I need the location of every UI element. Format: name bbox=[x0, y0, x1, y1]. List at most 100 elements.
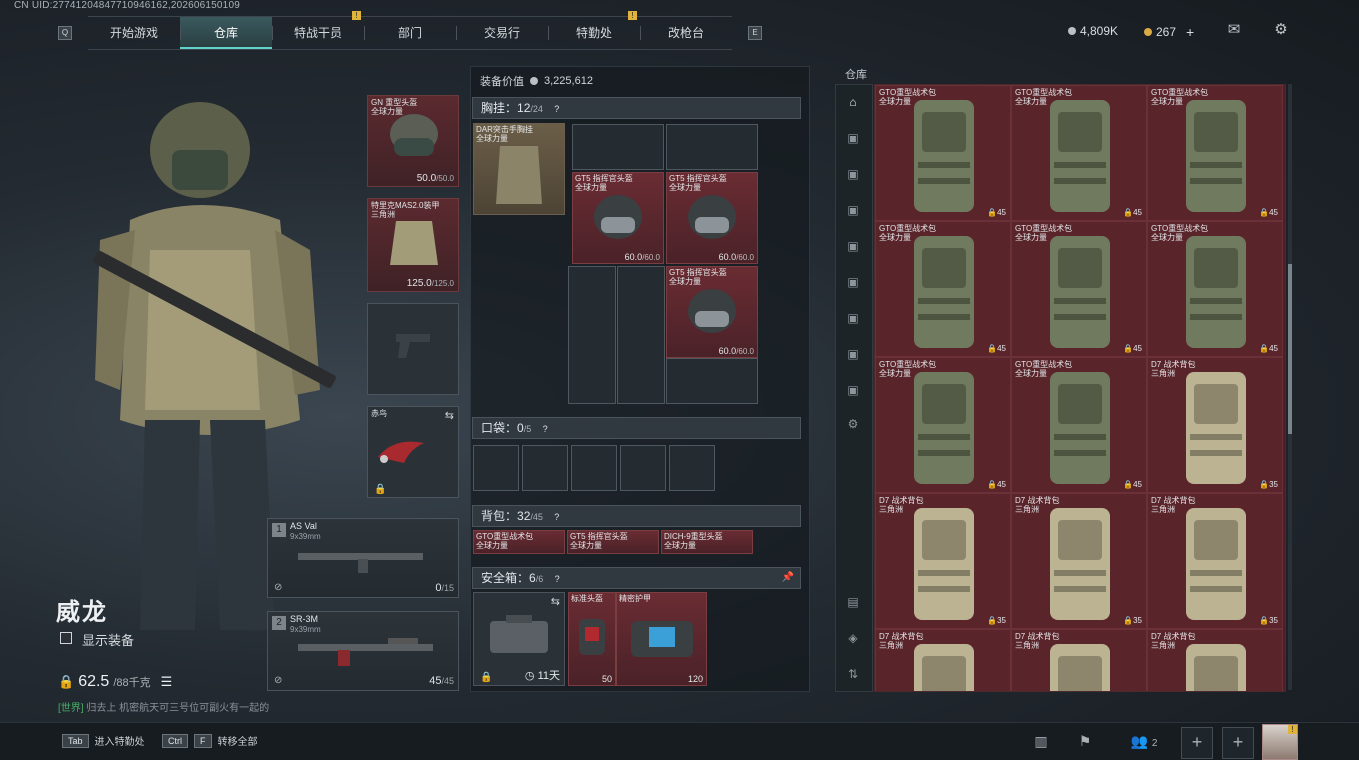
category-icon[interactable]: ▣ bbox=[844, 383, 862, 397]
chest-item-helmet[interactable]: GT5 指挥官头盔 全球力量 60.0/60.0 bbox=[666, 266, 758, 358]
avatar[interactable]: ! bbox=[1262, 724, 1298, 760]
add-teammate-button[interactable]: + bbox=[1222, 727, 1254, 759]
category-icon[interactable]: ▣ bbox=[844, 275, 862, 289]
warehouse-item[interactable]: GTO重型战术包 全球力量 🔒45 bbox=[875, 85, 1011, 221]
safebox-item-armor[interactable]: 精密护甲 120 bbox=[616, 592, 707, 686]
tab-gunsmith[interactable]: 改枪台 bbox=[640, 17, 732, 49]
tab-key: Tab bbox=[62, 733, 89, 748]
pin-icon[interactable]: 📌 bbox=[782, 568, 794, 588]
chest-rig-slot[interactable]: DAR突击手胸挂 全球力量 bbox=[473, 123, 565, 215]
warehouse-item[interactable]: D7 战术背包 三角洲 🔒35 bbox=[1011, 493, 1147, 629]
gear-icon[interactable]: ⚙ bbox=[844, 417, 862, 431]
gear-icon[interactable]: ⚙ bbox=[1271, 22, 1291, 38]
chest-grid-cell[interactable] bbox=[617, 266, 665, 404]
warehouse-item[interactable]: GTO重型战术包 全球力量 🔒45 bbox=[1147, 221, 1283, 357]
warehouse-item[interactable]: GTO重型战术包 全球力量 🔒45 bbox=[1147, 85, 1283, 221]
safebox-image bbox=[490, 615, 548, 653]
pistol-icon bbox=[396, 334, 430, 358]
gold-coin-icon bbox=[1144, 28, 1152, 36]
transfer-all-hint[interactable]: Ctrl F 转移全部 bbox=[162, 733, 258, 748]
warehouse-item-capacity: 🔒35 bbox=[987, 616, 1006, 625]
warehouse-item-capacity: 🔒45 bbox=[1259, 344, 1278, 353]
add-currency-button[interactable]: + bbox=[1186, 24, 1194, 40]
warehouse-item[interactable]: D7 战术背包 三角洲 bbox=[1147, 629, 1283, 691]
warehouse-item[interactable]: GTO重型战术包 全球力量 🔒45 bbox=[875, 221, 1011, 357]
pocket-cell[interactable] bbox=[522, 445, 568, 491]
tab-special-ops[interactable]: 特勤处! bbox=[548, 11, 640, 49]
pocket-cell[interactable] bbox=[620, 445, 666, 491]
tab-department[interactable]: 部门 bbox=[364, 17, 456, 49]
swap-icon[interactable]: ⇆ bbox=[445, 409, 454, 422]
sort-icon[interactable]: ⇅ bbox=[844, 667, 862, 681]
armor-slot[interactable]: 特里克MAS2.0装甲 三角洲 125.0/125.0 bbox=[367, 198, 459, 292]
list-icon[interactable]: ☰ bbox=[161, 674, 173, 690]
nav-prev-key[interactable]: Q bbox=[58, 26, 72, 40]
add-teammate-button[interactable]: + bbox=[1181, 727, 1213, 759]
help-icon[interactable]: ? bbox=[543, 424, 548, 434]
chest-item-helmet[interactable]: GT5 指挥官头盔 全球力量 60.0/60.0 bbox=[572, 172, 664, 264]
chest-grid-cell[interactable] bbox=[568, 266, 616, 404]
swap-icon[interactable]: ⇆ bbox=[551, 595, 560, 608]
warehouse-item-capacity: 🔒45 bbox=[1259, 208, 1278, 217]
silver-currency: 4,809K bbox=[1068, 24, 1118, 38]
warehouse-scrollbar[interactable] bbox=[1288, 84, 1292, 690]
warehouse-item[interactable]: GTO重型战术包 全球力量 🔒45 bbox=[875, 357, 1011, 493]
warehouse-item[interactable]: GTO重型战术包 全球力量 🔒45 bbox=[1011, 357, 1147, 493]
warehouse-item[interactable]: GTO重型战术包 全球力量 🔒45 bbox=[1011, 221, 1147, 357]
weapon-slot-number: 2 bbox=[272, 616, 286, 630]
pistol-slot[interactable] bbox=[367, 303, 459, 395]
tab-operators[interactable]: 特战干员! bbox=[272, 11, 364, 49]
backpack-image bbox=[1186, 100, 1246, 212]
category-icon[interactable]: ▣ bbox=[844, 347, 862, 361]
category-icon[interactable]: ▣ bbox=[844, 203, 862, 217]
help-icon[interactable]: ? bbox=[554, 512, 559, 522]
weapon-slot-2[interactable]: 2 SR-3M 9x39mm ⊘ 45/45 bbox=[267, 611, 459, 691]
pocket-cell[interactable] bbox=[571, 445, 617, 491]
help-icon[interactable]: ? bbox=[555, 574, 560, 584]
pocket-cell[interactable] bbox=[669, 445, 715, 491]
show-equipment-checkbox[interactable] bbox=[60, 632, 72, 644]
category-icon[interactable]: ▣ bbox=[844, 167, 862, 181]
helmet-slot[interactable]: GN 重型头盔 全球力量 50.0/50.0 bbox=[367, 95, 459, 187]
backpack-image bbox=[1050, 644, 1110, 691]
backpack-image bbox=[914, 372, 974, 484]
tab-warehouse[interactable]: 仓库 bbox=[180, 17, 272, 49]
flag-icon[interactable]: ⚑ bbox=[1072, 730, 1098, 752]
help-icon[interactable]: ? bbox=[554, 104, 559, 114]
weight-value: 62.5 bbox=[78, 673, 110, 690]
melee-slot[interactable]: 赤鸟 ⇆ 🔒 bbox=[367, 406, 459, 498]
equipment-value: 装备价值 3,225,612 bbox=[480, 73, 593, 89]
warehouse-icon[interactable]: ▤ bbox=[844, 595, 862, 609]
scrollbar-thumb[interactable] bbox=[1288, 264, 1292, 434]
warehouse-item[interactable]: D7 战术背包 三角洲 🔒35 bbox=[875, 493, 1011, 629]
warehouse-item[interactable]: D7 战术背包 三角洲 bbox=[875, 629, 1011, 691]
warehouse-item[interactable]: D7 战术背包 三角洲 🔒35 bbox=[1147, 493, 1283, 629]
warehouse-item-capacity: 🔒45 bbox=[987, 344, 1006, 353]
weapon-slot-1[interactable]: 1 AS Val 9x39mm ⊘ 0/15 bbox=[267, 518, 459, 598]
pocket-cell[interactable] bbox=[473, 445, 519, 491]
warehouse-item[interactable]: D7 战术背包 三角洲 bbox=[1011, 629, 1147, 691]
tab-market[interactable]: 交易行 bbox=[456, 17, 548, 49]
warehouse-item[interactable]: D7 战术背包 三角洲 🔒35 bbox=[1147, 357, 1283, 493]
backpack-item[interactable]: GTO重型战术包 全球力量 bbox=[473, 530, 565, 554]
chest-item-helmet[interactable]: GT5 指挥官头盔 全球力量 60.0/60.0 bbox=[666, 172, 758, 264]
safebox-container[interactable]: ⇆ 🔒 ◷ 11天 bbox=[473, 592, 565, 686]
category-icon[interactable]: ▣ bbox=[844, 311, 862, 325]
layers-icon[interactable]: ◈ bbox=[844, 631, 862, 645]
chest-grid-cell[interactable] bbox=[572, 124, 664, 170]
enter-special-ops-hint[interactable]: Tab 进入特勤处 bbox=[62, 733, 145, 748]
warehouse-item[interactable]: GTO重型战术包 全球力量 🔒45 bbox=[1011, 85, 1147, 221]
safebox-item-helmet[interactable]: 标准头盔 50 bbox=[568, 592, 616, 686]
chest-grid-cell[interactable] bbox=[666, 358, 758, 404]
chest-grid-cell[interactable] bbox=[666, 124, 758, 170]
category-icon[interactable]: ▣ bbox=[844, 239, 862, 253]
nav-next-key[interactable]: E bbox=[748, 26, 762, 40]
backpack-item[interactable]: DICH-9重型头盔 全球力量 bbox=[661, 530, 753, 554]
mail-icon[interactable]: ✉ bbox=[1224, 22, 1244, 38]
category-icon[interactable]: ▣ bbox=[844, 131, 862, 145]
tab-start-game[interactable]: 开始游戏 bbox=[88, 17, 180, 49]
stats-icon[interactable]: ▥ bbox=[1028, 730, 1054, 752]
backpack-item[interactable]: GT5 指挥官头盔 全球力量 bbox=[567, 530, 659, 554]
friends-button[interactable]: 👥 2 bbox=[1124, 730, 1164, 752]
all-items-icon[interactable]: ⌂ bbox=[844, 95, 862, 109]
